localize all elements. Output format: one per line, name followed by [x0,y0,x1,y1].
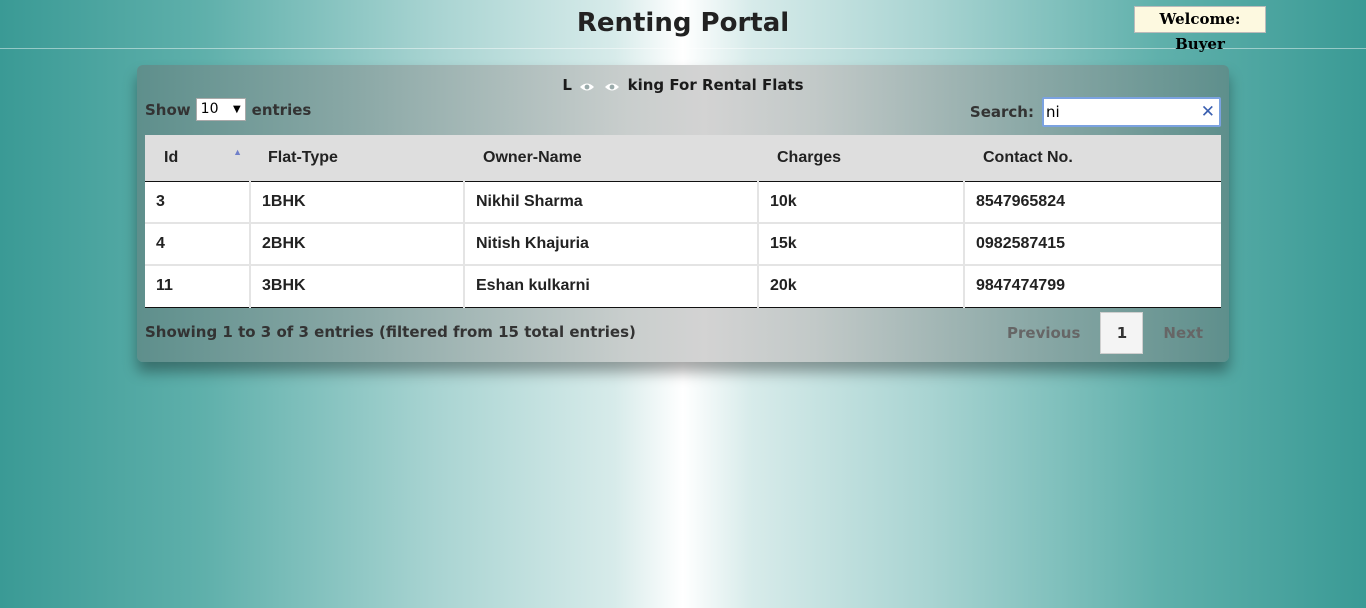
cell-contact: 9847474799 [964,265,1221,308]
page-button-current[interactable]: 1 [1100,312,1144,354]
panel-heading: L king For Rental Flats [137,76,1229,94]
heading-suffix: king For Rental Flats [627,76,804,94]
column-header-id[interactable]: Id ▲ [145,135,250,182]
table-info: Showing 1 to 3 of 3 entries (filtered fr… [145,323,636,341]
table-row: 11 3BHK Eshan kulkarni 20k 9847474799 [145,265,1221,308]
cell-flat-type: 1BHK [250,181,465,224]
column-header-flat-type[interactable]: Flat-Type [250,135,464,182]
cell-charges: 10k [758,181,965,224]
heading-prefix: L [562,76,572,94]
table-row: 3 1BHK Nikhil Sharma 10k 8547965824 [145,181,1221,224]
table-header-row: Id ▲ Flat-Type Owner-Name Charges Contac… [145,135,1221,182]
next-button[interactable]: Next [1151,324,1215,342]
cell-flat-type: 2BHK [250,223,465,266]
cell-contact: 0982587415 [964,223,1221,266]
pagination: Previous 1 Next [995,312,1215,354]
sort-ascending-icon: ▲ [233,147,242,157]
chevron-down-icon: ▼ [232,104,241,115]
search-input-value: ni [1046,103,1060,121]
cell-charges: 15k [758,223,965,266]
search-label: Search: [969,103,1034,121]
column-header-owner-name[interactable]: Owner-Name [464,135,758,182]
cell-owner-name: Eshan kulkarni [464,265,759,308]
cell-contact: 8547965824 [964,181,1221,224]
column-header-charges[interactable]: Charges [758,135,964,182]
entries-label: entries [251,100,312,119]
eye-icon [579,79,595,91]
cell-id: 4 [145,223,251,266]
eye-icon [604,79,620,91]
cell-flat-type: 3BHK [250,265,465,308]
cell-owner-name: Nitish Khajuria [464,223,759,266]
cell-owner-name: Nikhil Sharma [464,181,759,224]
search-input[interactable]: ni ✕ [1042,97,1221,127]
cell-charges: 20k [758,265,965,308]
header: Renting Portal Welcome: Buyer [0,0,1366,53]
cell-id: 3 [145,181,251,224]
listing-panel: L king For Rental Flats Show 10 ▼ entrie… [137,65,1229,362]
entries-length-control: Show 10 ▼ entries [145,98,311,121]
entries-select[interactable]: 10 ▼ [195,98,246,121]
cell-id: 11 [145,265,251,308]
welcome-badge: Welcome: Buyer [1134,6,1266,53]
entries-select-value: 10 [200,101,219,117]
column-header-contact[interactable]: Contact No. [964,135,1221,182]
show-label: Show [145,100,191,119]
close-icon[interactable]: ✕ [1201,99,1215,125]
flats-table: Id ▲ Flat-Type Owner-Name Charges Contac… [145,135,1221,308]
table-row: 4 2BHK Nitish Khajuria 15k 0982587415 [145,223,1221,266]
previous-button[interactable]: Previous [995,324,1092,342]
search-control: Search: ni ✕ [970,97,1221,127]
